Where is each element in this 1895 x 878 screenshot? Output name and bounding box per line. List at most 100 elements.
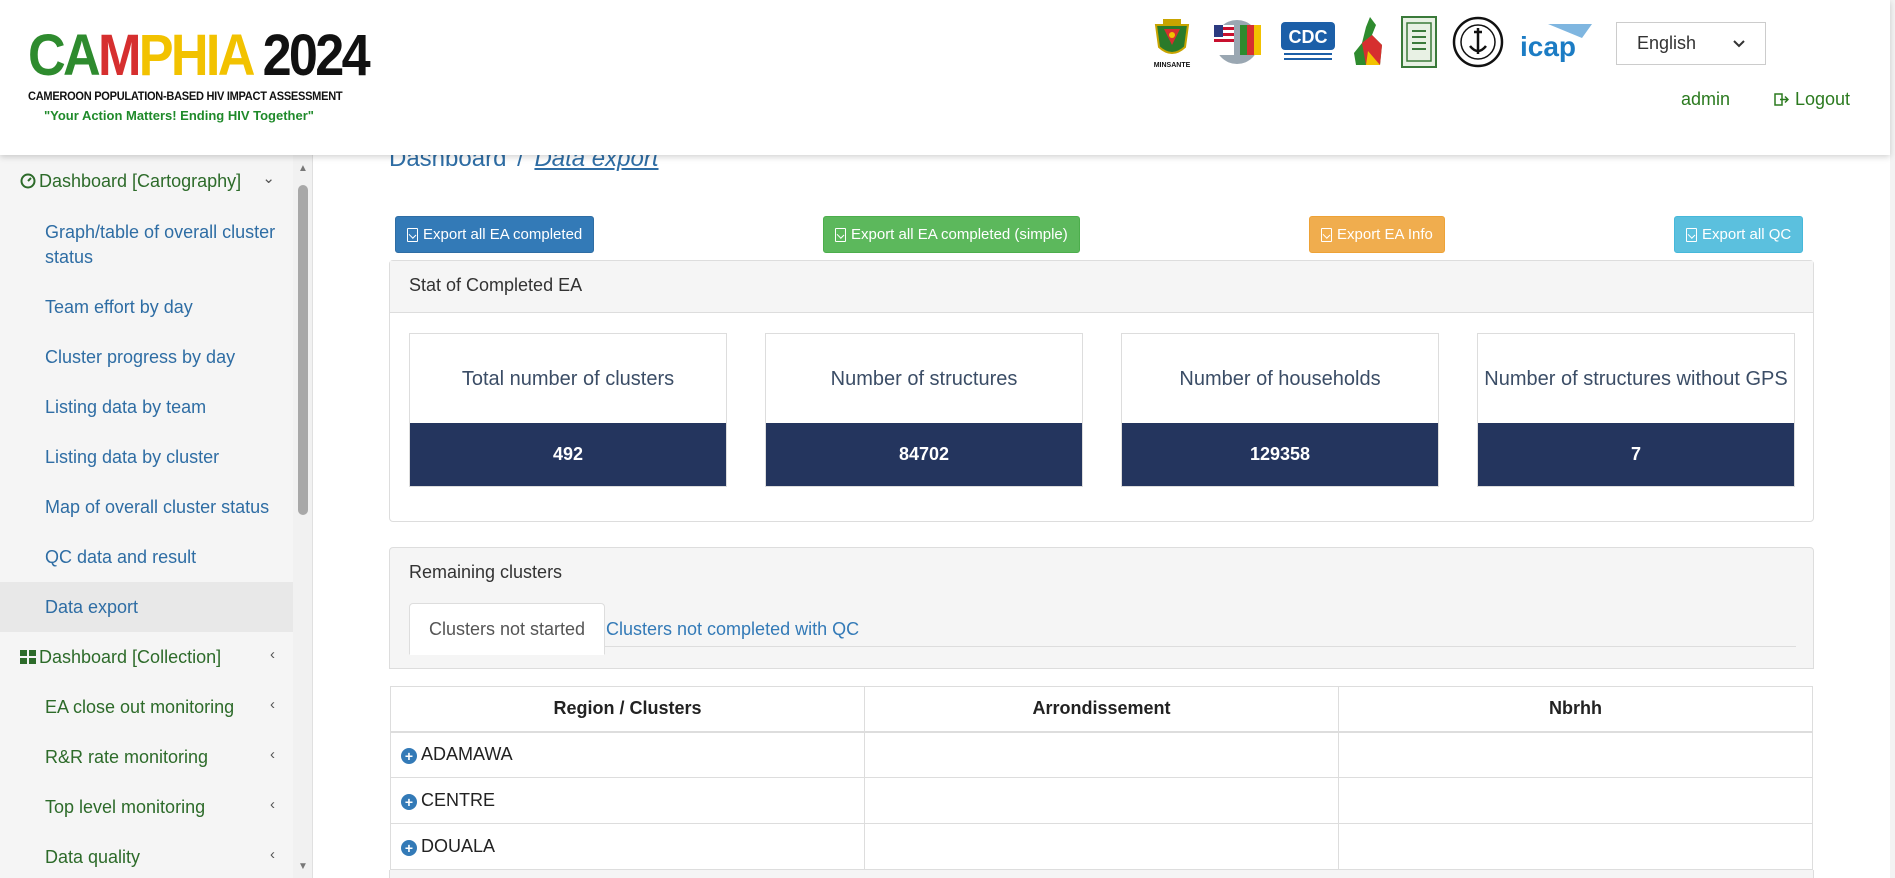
stat-box-structures-without-gps: Number of structures without GPS 7 xyxy=(1477,333,1795,487)
file-excel-icon xyxy=(1321,227,1332,242)
stat-value: 84702 xyxy=(766,423,1082,486)
sidebar-item-label: Listing data by cluster xyxy=(45,446,220,467)
breadcrumb-separator: / xyxy=(517,155,524,172)
export-all-qc-button[interactable]: Export all QC xyxy=(1674,216,1804,253)
expand-plus-icon[interactable]: + xyxy=(401,840,417,856)
svg-text:CDC: CDC xyxy=(1289,27,1328,47)
file-excel-icon xyxy=(835,227,846,242)
button-label: Export EA Info xyxy=(1337,226,1433,243)
sidebar-item-label: Listing data by team xyxy=(45,396,207,417)
sidebar-item-label: Team effort by day xyxy=(45,296,193,317)
column-header-nbrhh[interactable]: Nbrhh xyxy=(1338,686,1813,733)
ministry-seal-logo xyxy=(1400,15,1438,69)
button-label: Export all EA completed xyxy=(423,226,583,243)
stat-value: 7 xyxy=(1478,423,1794,486)
scrollbar-thumb[interactable] xyxy=(298,185,308,515)
table-header-row: Region / Clusters Arrondissement Nbrhh xyxy=(390,686,1813,733)
sidebar-item-label: Cluster progress by day xyxy=(45,346,236,367)
expand-plus-icon[interactable]: + xyxy=(401,794,417,810)
sidebar-item-label: Map of overall cluster status xyxy=(45,496,270,517)
language-value: English xyxy=(1637,33,1697,53)
export-all-ea-button[interactable]: Export all EA completed xyxy=(395,216,595,253)
stat-label: Total number of clusters xyxy=(461,367,675,390)
table-row[interactable]: + ADAMAWA xyxy=(390,731,1813,778)
sidebar: Dashboard [Cartography] ⌄ Graph/table of… xyxy=(0,155,293,878)
region-cell[interactable]: + ADAMAWA xyxy=(390,731,865,778)
column-header-arrondissement[interactable]: Arrondissement xyxy=(864,686,1339,733)
chevron-down-icon xyxy=(1733,39,1745,47)
breadcrumb-root[interactable]: Dashboard xyxy=(389,155,506,172)
arrondissement-cell xyxy=(864,823,1339,870)
logo-tagline: "Your Action Matters! Ending HIV Togethe… xyxy=(44,108,314,123)
breadcrumb-current[interactable]: Data export xyxy=(534,155,658,172)
logout-link[interactable]: Logout xyxy=(1774,89,1850,110)
sidebar-subgroup-top-level[interactable]: Top level monitoring ‹ xyxy=(0,782,293,832)
stat-label: Number of households xyxy=(1179,367,1381,390)
sign-out-icon xyxy=(1774,93,1789,106)
sidebar-subgroup-rr-rate[interactable]: R&R rate monitoring ‹ xyxy=(0,732,293,782)
sidebar-group-cartography[interactable]: Dashboard [Cartography] ⌄ xyxy=(0,155,293,207)
stat-completed-ea-panel: Stat of Completed EA Total number of clu… xyxy=(389,260,1814,522)
sidebar-group-collection[interactable]: Dashboard [Collection] ‹ xyxy=(0,632,293,682)
expand-plus-icon[interactable]: + xyxy=(401,748,417,765)
column-header-region[interactable]: Region / Clusters xyxy=(390,686,865,733)
user-link[interactable]: admin xyxy=(1681,89,1730,110)
region-name: CENTRE xyxy=(421,790,496,810)
nbrhh-cell xyxy=(1338,823,1813,870)
logo-title: CAMPHIA 2024 xyxy=(28,23,371,88)
arrondissement-cell xyxy=(864,731,1339,778)
region-name: DOUALA xyxy=(421,836,496,856)
sidebar-item-cluster-progress[interactable]: Cluster progress by day xyxy=(0,332,293,382)
table-row[interactable]: + CENTRE xyxy=(390,777,1813,824)
sidebar-item-label: Data export xyxy=(45,596,139,617)
nbrhh-cell xyxy=(1338,777,1813,824)
sidebar-item-graph-table[interactable]: Graph/table of overall cluster status xyxy=(0,207,293,282)
export-all-ea-simple-button[interactable]: Export all EA completed (simple) xyxy=(823,216,1080,253)
stat-value: 129358 xyxy=(1122,423,1438,486)
sidebar-item-label: Top level monitoring xyxy=(45,796,206,817)
tab-clusters-not-started[interactable]: Clusters not started xyxy=(409,603,606,655)
button-label: Export all QC xyxy=(1702,226,1792,243)
scroll-down-arrow-icon[interactable]: ▼ xyxy=(297,861,309,872)
sidebar-item-label: Graph/table of overall cluster status xyxy=(45,221,276,267)
partner-logos: MINSANTE CDC icap xyxy=(1150,14,1596,70)
chevron-down-icon: ⌄ xyxy=(262,170,275,187)
stat-label: Number of structures without GPS xyxy=(1484,367,1788,390)
sidebar-scrollbar[interactable]: ▲ ▼ xyxy=(293,155,313,878)
sidebar-subgroup-data-quality[interactable]: Data quality ‹ xyxy=(0,832,293,878)
stat-box-structures: Number of structures 84702 xyxy=(765,333,1083,487)
chevron-left-icon: ‹ xyxy=(270,696,275,713)
file-excel-icon xyxy=(407,227,418,242)
remaining-tabs: Clusters not started Clusters not comple… xyxy=(409,603,1796,655)
panel-title: Stat of Completed EA xyxy=(390,261,1813,313)
stat-value: 492 xyxy=(410,423,726,486)
sidebar-item-label: Data quality xyxy=(45,846,141,867)
export-ea-info-button[interactable]: Export EA Info xyxy=(1309,216,1445,253)
sidebar-item-map-cluster-status[interactable]: Map of overall cluster status xyxy=(0,482,293,532)
sidebar-item-team-effort[interactable]: Team effort by day xyxy=(0,282,293,332)
sidebar-item-label: EA close out monitoring xyxy=(45,696,235,717)
logo-subtitle: CAMEROON POPULATION-BASED HIV IMPACT ASS… xyxy=(28,89,343,103)
scroll-up-arrow-icon[interactable]: ▲ xyxy=(297,163,309,174)
region-cell[interactable]: + CENTRE xyxy=(390,777,865,824)
camphia-logo[interactable]: CAMPHIA 2024 CAMEROON POPULATION-BASED H… xyxy=(28,23,371,130)
remaining-table-wrap: Region / Clusters Arrondissement Nbrhh +… xyxy=(389,668,1814,870)
chevron-left-icon: ‹ xyxy=(270,796,275,813)
region-cell[interactable]: + DOUALA xyxy=(390,823,865,870)
stat-box-total-clusters: Total number of clusters 492 xyxy=(409,333,727,487)
sidebar-group-label: Dashboard [Cartography] xyxy=(39,170,242,191)
language-select[interactable]: English xyxy=(1616,22,1766,65)
table-row[interactable]: + DOUALA xyxy=(390,823,1813,870)
sidebar-subgroup-ea-closeout[interactable]: EA close out monitoring ‹ xyxy=(0,682,293,732)
region-name: ADAMAWA xyxy=(421,744,513,765)
minsante-logo: MINSANTE xyxy=(1150,15,1194,69)
stat-box-households: Number of households 129358 xyxy=(1121,333,1439,487)
sidebar-item-listing-by-cluster[interactable]: Listing data by cluster xyxy=(0,432,293,482)
sidebar-item-listing-by-team[interactable]: Listing data by team xyxy=(0,382,293,432)
sidebar-item-qc-data[interactable]: QC data and result xyxy=(0,532,293,582)
icap-logo: icap xyxy=(1518,20,1596,64)
breadcrumb: Dashboard / Data export xyxy=(389,155,659,173)
tab-clusters-not-completed-qc[interactable]: Clusters not completed with QC xyxy=(587,603,878,655)
dashboard-grid-icon xyxy=(20,650,36,664)
sidebar-item-data-export[interactable]: Data export xyxy=(0,582,293,632)
